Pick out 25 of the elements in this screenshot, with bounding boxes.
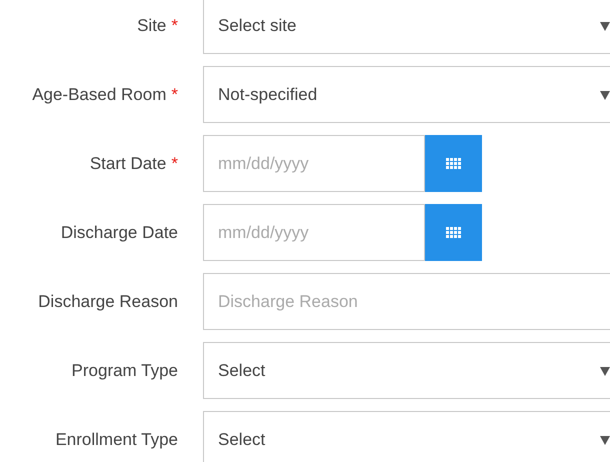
required-mark: * [171,84,178,104]
field-label: Program Type [72,360,178,380]
field-label: Enrollment Type [55,430,178,450]
input-field[interactable]: Discharge Reason [203,273,610,330]
caret-icon [600,20,610,30]
select-field[interactable]: Not-specified [203,66,610,123]
select-field[interactable]: Select [203,342,610,399]
select-field[interactable]: Select [203,411,610,462]
required-mark: * [171,16,178,36]
field-label: Start Date [90,154,166,174]
date-field[interactable]: mm/dd/yyyy [203,135,425,192]
field-label: Age-Based Room [32,84,166,104]
calendar-icon [446,158,461,169]
caret-icon [600,90,610,100]
calendar-button[interactable] [425,204,482,261]
field-label: Discharge Date [60,222,178,242]
date-field[interactable]: mm/dd/yyyy [203,204,425,261]
calendar-icon [446,227,461,238]
caret-icon [600,434,610,444]
select-field[interactable]: Select site [203,0,610,54]
field-label: Discharge Reason [38,292,178,312]
caret-icon [600,366,610,376]
calendar-button[interactable] [425,135,482,192]
field-label: Site [137,16,166,36]
required-mark: * [171,154,178,174]
